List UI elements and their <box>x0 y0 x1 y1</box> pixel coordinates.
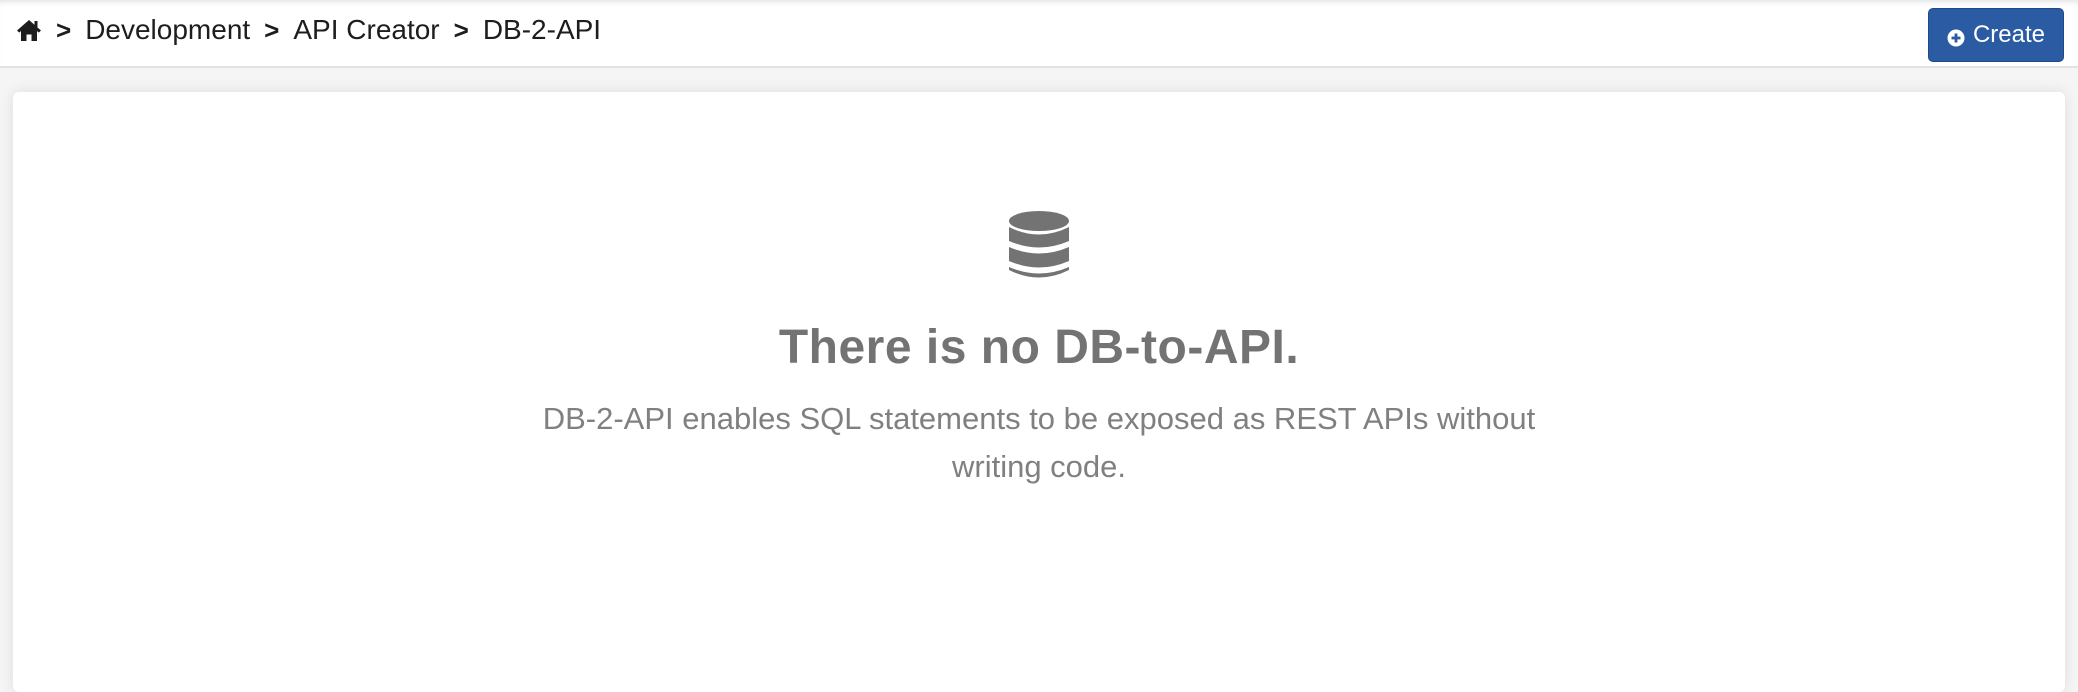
database-icon <box>1008 210 1070 280</box>
breadcrumb-separator: > <box>56 14 72 45</box>
content-card: There is no DB-to-API. DB-2-API enables … <box>13 92 2065 692</box>
breadcrumb: > Development > API Creator > DB-2-API <box>16 12 615 48</box>
breadcrumb-db-2-api: DB-2-API <box>482 14 602 45</box>
breadcrumb-separator: > <box>453 14 469 45</box>
plus-circle-icon <box>1947 26 1965 47</box>
breadcrumb-development[interactable]: Development <box>85 14 250 46</box>
empty-state-description: DB-2-API enables SQL statements to be ex… <box>542 401 1536 484</box>
home-icon[interactable] <box>16 17 42 43</box>
top-bar: > Development > API Creator > DB-2-API C… <box>0 0 2078 68</box>
empty-state: There is no DB-to-API. DB-2-API enables … <box>13 210 2065 491</box>
empty-state-title: There is no DB-to-API. <box>778 321 1300 374</box>
breadcrumb-api-creator[interactable]: API Creator <box>293 14 439 46</box>
create-button[interactable]: Create <box>1927 8 2064 62</box>
breadcrumb-separator: > <box>264 14 280 45</box>
create-button-label: Create <box>1972 21 2045 48</box>
